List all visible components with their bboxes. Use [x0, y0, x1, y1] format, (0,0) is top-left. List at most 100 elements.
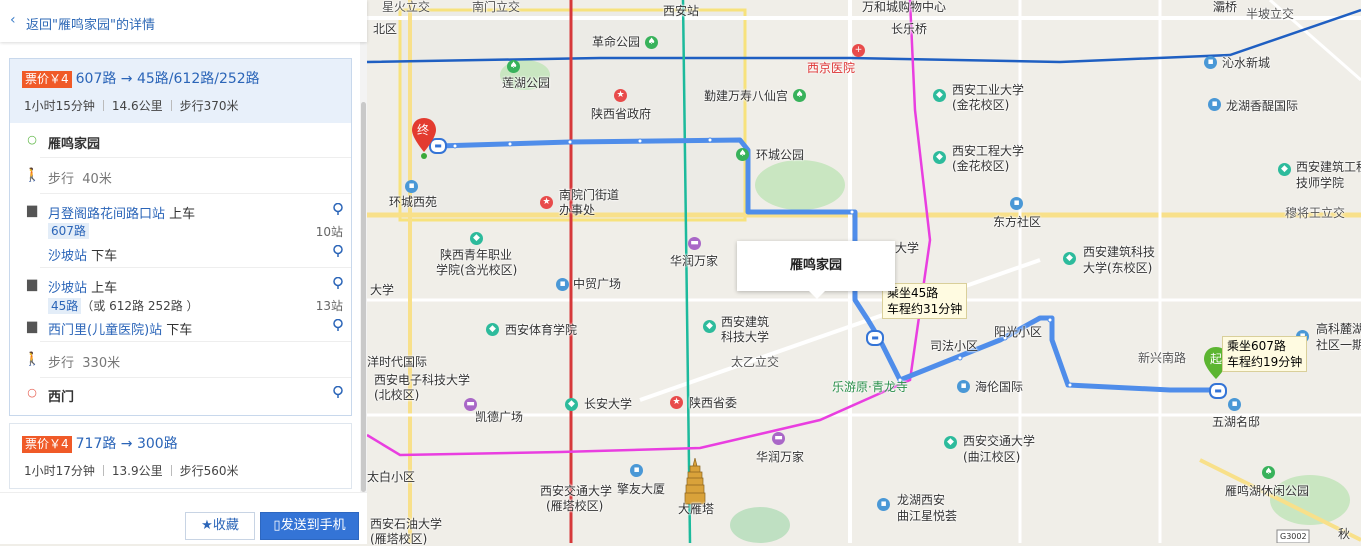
school-icon: ◆ [486, 323, 499, 336]
map-label: 长安大学 [584, 397, 633, 411]
route-list[interactable]: 票价￥4 607路 → 45路/612路/252路 1小时15分钟 14.6公里 步行… [0, 42, 360, 492]
map-label: 莲湖公园 [502, 76, 551, 90]
map-label: 西安建筑工程 [1296, 160, 1361, 174]
back-link-text[interactable]: 返回"雁鸣家园"的详情 [26, 14, 155, 33]
map-label: 环城公园 [756, 148, 805, 162]
route-option-1[interactable]: 票价￥4 607路 → 45路/612路/252路 1小时15分钟 14.6公里 步行… [9, 58, 352, 416]
location-pin-icon[interactable] [333, 244, 343, 257]
map-label: 西安体育学院 [505, 323, 578, 337]
route-panel: ‹ 返回"雁鸣家园"的详情 票价￥4 607路 → 45路/612路/252路 1… [0, 0, 367, 544]
map-label: 大雁塔 [678, 502, 715, 516]
map-label: 灞桥 [1213, 0, 1238, 14]
fare-badge: 票价￥4 [22, 71, 72, 88]
map-label: 西安交通大学 [963, 434, 1036, 448]
map-label: 擎友大厦 [617, 482, 666, 496]
map-label: 太乙立交 [731, 355, 780, 369]
star-icon: ★ [201, 518, 213, 533]
map-label: 东方社区 [993, 215, 1042, 229]
end-marker-label: 终 [417, 123, 430, 137]
map-label: 南院门街道 [559, 188, 620, 202]
map-label: (雁塔校区) [370, 532, 428, 546]
park-icon: ♠ [736, 148, 749, 161]
map-label: (北校区) [374, 388, 420, 402]
location-pin-icon[interactable] [333, 318, 343, 331]
map-label: 陕西青年职业 [440, 248, 513, 262]
route-distance: 14.6公里 [111, 99, 163, 113]
bus-icon: ▆ [27, 203, 37, 218]
map-label: 洋时代国际 [367, 355, 428, 369]
map-label: (雁塔校区) [546, 499, 604, 513]
map-label: 华润万家 [670, 254, 719, 268]
map-label: 西安交通大学 [540, 484, 613, 498]
map-label: 长乐桥 [891, 22, 928, 36]
map-label: 龙湖香醍国际 [1226, 99, 1299, 113]
school-icon: ◆ [933, 151, 946, 164]
location-pin-icon[interactable] [333, 385, 343, 398]
location-popup[interactable]: 雁鸣家园 [737, 241, 895, 299]
map-label: 阳光小区 [994, 325, 1043, 339]
location-pin-icon[interactable] [333, 276, 343, 289]
map-label: 技师学院 [1296, 176, 1345, 190]
school-icon: ◆ [933, 89, 946, 102]
map-label: 陕西省政府 [591, 107, 652, 121]
building-icon: ▪ [957, 380, 970, 393]
favorite-button[interactable]: ★收藏 [185, 512, 255, 540]
map-label: 雁鸣湖休闲公园 [1225, 484, 1310, 498]
map-label: 勤建万寿八仙宫 [704, 89, 789, 103]
map-label: 环城西苑 [389, 195, 438, 209]
park-icon: ♠ [507, 60, 520, 73]
map-label: 乐游原·青龙寺 [832, 380, 908, 394]
map-label: 万和城购物中心 [862, 0, 947, 14]
map-label: 北区 [373, 22, 398, 36]
send-to-phone-button[interactable]: ▯发送到手机 [260, 512, 359, 540]
map-label: 西安工业大学 [952, 83, 1025, 97]
hospital-icon: + [852, 44, 865, 57]
route-option-2[interactable]: 票价￥4 717路 → 300路 1小时17分钟 13.9公里 步行560米 [9, 423, 352, 489]
map-label: 五湖名邸 [1212, 415, 1261, 429]
back-link[interactable]: ‹ 返回"雁鸣家园"的详情 [0, 0, 367, 42]
route-lines[interactable]: 607路 → 45路/612路/252路 [76, 71, 260, 87]
school-icon: ◆ [1278, 163, 1291, 176]
park-icon: ♠ [645, 36, 658, 49]
route-walk: 步行560米 [179, 464, 239, 478]
map-label: 曲江星悦荟 [897, 509, 958, 523]
map-label: 星火立交 [382, 0, 431, 14]
map-label: 沁水新城 [1222, 56, 1271, 70]
building-icon: ▪ [1208, 98, 1221, 111]
bus-icon: ▆ [27, 319, 37, 334]
location-pin-icon[interactable] [333, 202, 343, 215]
bus-stop-icon[interactable]: ▬ [1209, 383, 1227, 399]
route-walk: 步行370米 [179, 99, 239, 113]
start-point-icon: ○ [27, 133, 37, 146]
map-label: 龙湖西安 [897, 493, 946, 507]
scrollbar[interactable] [360, 42, 367, 492]
route-callout: 乘坐607路 车程约19分钟 [1222, 336, 1308, 372]
bus-line-badge[interactable]: 45路 [48, 298, 82, 314]
building-icon: ▪ [1228, 398, 1241, 411]
map-label: (曲江校区) [963, 450, 1021, 464]
route-lines[interactable]: 717路 → 300路 [76, 436, 178, 452]
park-icon: ♠ [793, 89, 806, 102]
start-marker-label: 起 [1210, 352, 1223, 366]
map-label: 西安站 [663, 4, 700, 18]
government-icon: ★ [614, 89, 627, 102]
school-icon: ◆ [470, 232, 483, 245]
walk-icon: 🚶 [24, 168, 41, 183]
bus-stop-icon[interactable]: ▬ [866, 330, 884, 346]
map-label: 半坡立交 [1246, 7, 1295, 21]
phone-icon: ▯ [273, 518, 281, 533]
park-icon: ♠ [1262, 466, 1275, 479]
school-icon: ◆ [1063, 252, 1076, 265]
route-distance: 13.9公里 [111, 464, 163, 478]
government-icon: ★ [540, 196, 553, 209]
bus-line-badge[interactable]: 607路 [48, 223, 89, 239]
map-label: 海伦国际 [975, 380, 1024, 394]
map-label: 科技大学 [721, 330, 770, 344]
map-label: 太白小区 [367, 470, 416, 484]
building-icon: ▪ [1010, 197, 1023, 210]
route-duration: 1小时17分钟 [24, 464, 95, 478]
bus-icon: ▆ [27, 277, 37, 292]
map-label: (金花校区) [952, 98, 1010, 112]
map-label: 凯德广场 [475, 410, 524, 424]
route-duration: 1小时15分钟 [24, 99, 95, 113]
